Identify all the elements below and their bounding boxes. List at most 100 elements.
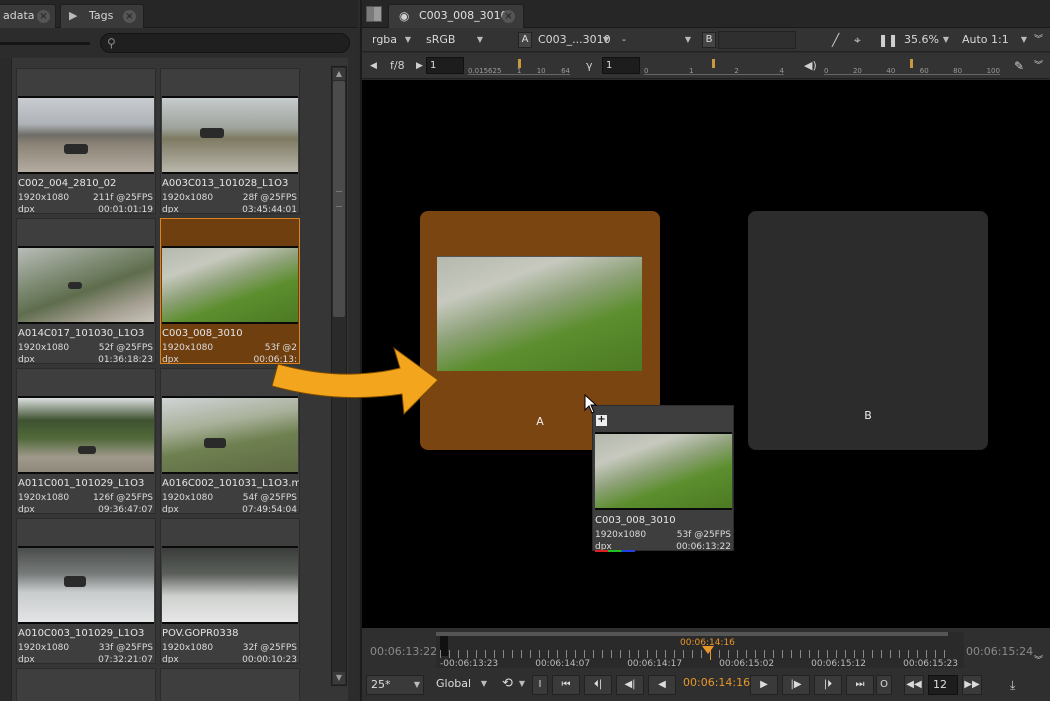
gain-input[interactable]: 1 — [426, 57, 464, 74]
clip-frames: 32f @25FPS — [242, 643, 297, 653]
close-icon[interactable]: × — [37, 10, 50, 23]
thumbnail-size-slider[interactable] — [0, 42, 90, 45]
channels-dropdown[interactable]: rgba ▼ — [368, 31, 414, 49]
wipe-icon[interactable]: ╱ — [832, 31, 839, 49]
viewer-toolbar: rgba ▼ sRGB ▼ A C003_...3010 ▼ - ▼ B ╱ ⌖ ❚❚ … — [362, 28, 1050, 52]
close-icon[interactable]: × — [123, 10, 136, 23]
chevron-down-icon: ▼ — [404, 35, 411, 44]
viewer-tab-label: C003_008_3010 — [419, 9, 508, 22]
sync-mode-dropdown[interactable]: Global ▼ — [430, 675, 490, 695]
chevron-down-icon: ▼ — [413, 680, 420, 689]
current-timecode[interactable]: 00:06:14:16 — [683, 676, 750, 689]
clip-name: C003_008_3010 — [595, 515, 676, 526]
clip-card[interactable]: A010C003_101029_L1O3 1920x1080 33f @25FP… — [16, 518, 156, 664]
timeline-label: -00:06:13:23 — [440, 659, 499, 669]
pause-icon[interactable]: ❚❚ — [878, 31, 898, 49]
scroll-down-icon[interactable]: ▼ — [333, 672, 345, 684]
clip-frames: 33f @25FPS — [98, 643, 153, 653]
zoom-dropdown[interactable]: 35.6% ▼ — [900, 31, 952, 49]
scroll-up-icon[interactable]: ▲ — [333, 68, 345, 80]
clip-card[interactable] — [16, 668, 156, 701]
gamma-input[interactable]: 1 — [602, 57, 640, 74]
clip-card[interactable]: C002_004_2810_02 1920x1080 211f @25FPS d… — [16, 68, 156, 214]
tab-tags[interactable]: ▶ Tags × — [60, 4, 144, 28]
gain-ruler-label: 1 — [516, 67, 522, 75]
panel-splitter[interactable] — [0, 58, 12, 701]
expand-icon[interactable]: ︾ — [1034, 57, 1043, 75]
volume-ruler-label: 80 — [953, 67, 963, 75]
clip-resolution: 1920x1080 — [162, 493, 214, 503]
transport-controls: 25* ▼ Global ▼ ⟲ ▼ I ⏮ ⏴| ◀| ◀ 00:06:14:16 … — [362, 672, 1050, 701]
clip-name: C002_004_2810_02 — [18, 178, 117, 189]
eye-icon: ◉ — [399, 9, 410, 23]
input-a-dropdown[interactable]: C003_...3010 ▼ — [534, 31, 612, 49]
zoom-value: 35.6% — [904, 33, 939, 46]
timeline-start-timecode: 00:06:13:22 — [370, 645, 438, 658]
clip-frames: 54f @25FPS — [242, 493, 297, 503]
clip-name: A003C013_101028_L1O3 — [162, 178, 289, 189]
expand-icon[interactable]: ︾ — [1034, 31, 1043, 49]
clip-card[interactable]: POV.GOPR0338 1920x1080 32f @25FPS dpx 00… — [160, 518, 300, 664]
export-icon[interactable]: ⤓ — [1010, 676, 1015, 694]
scrollbar-thumb[interactable] — [333, 81, 345, 317]
play-reverse-button[interactable]: ◀ — [648, 675, 676, 695]
set-in-point-button[interactable]: I — [532, 675, 548, 695]
gamma-slider[interactable]: 0 1 2 4 — [644, 59, 784, 75]
compare-operation-dropdown[interactable]: - ▼ — [618, 31, 694, 49]
close-icon[interactable]: × — [502, 10, 515, 23]
expand-icon[interactable]: ︾ — [1034, 652, 1043, 670]
gamma-ruler-label: 1 — [689, 67, 694, 75]
timeline-range-bar[interactable] — [436, 632, 948, 636]
clip-card[interactable]: A011C001_101029_L1O3 1920x1080 126f @25F… — [16, 368, 156, 514]
volume-ruler-label: 20 — [852, 67, 862, 75]
panel-layout-icon[interactable] — [366, 6, 382, 22]
clip-resolution: 1920x1080 — [162, 343, 214, 353]
step-back-button[interactable]: ◀| — [616, 675, 644, 695]
previous-frame-button[interactable]: ⏴| — [584, 675, 612, 695]
fps-value: 25* — [371, 678, 391, 691]
viewer-adjustments-bar: ◀ f/8 ▶ 1 0.015625 1 10 64 γ 1 0 1 2 4 ◀… — [362, 53, 1050, 79]
gain-slider[interactable]: 0.015625 1 10 64 — [468, 59, 570, 75]
scale-dropdown[interactable]: Auto 1:1 ▼ — [958, 31, 1030, 49]
clip-thumbnail — [18, 546, 154, 624]
input-b-dropdown[interactable] — [718, 31, 796, 49]
loop-mode-dropdown[interactable]: ⟲ ▼ — [498, 675, 528, 695]
clip-timecode: 07:32:21:07 — [98, 655, 153, 664]
tab-viewer[interactable]: ◉ C003_008_3010 × — [388, 4, 524, 28]
timeline-scrubber[interactable]: 00:06:14:16 -00:06:13:23 00:06:14:07 00:… — [436, 632, 964, 669]
search-input[interactable]: ⚲ — [100, 33, 350, 53]
set-out-point-button[interactable]: O — [876, 675, 892, 695]
next-frame-button[interactable]: |⏵ — [814, 675, 842, 695]
fstop-decrease-icon[interactable]: ◀ — [370, 57, 377, 75]
drag-arrow-icon — [272, 346, 439, 416]
step-size-input[interactable]: 12 — [928, 675, 958, 695]
step-forward-amount-button[interactable]: ▶▶ — [962, 675, 982, 695]
search-icon: ⚲ — [107, 36, 116, 50]
clip-resolution: 1920x1080 — [162, 193, 214, 203]
clip-card[interactable]: A003C013_101028_L1O3 1920x1080 28f @25FP… — [160, 68, 300, 214]
fps-dropdown[interactable]: 25* ▼ — [366, 675, 424, 695]
colorspace-dropdown[interactable]: sRGB ▼ — [422, 31, 486, 49]
clip-frames: 126f @25FPS — [93, 493, 153, 503]
rgb-channel-indicator — [163, 663, 203, 664]
clip-name: A016C002_101031_L1O3.m — [162, 478, 300, 489]
volume-ruler-label: 60 — [919, 67, 929, 75]
timeline-label: 00:06:15:12 — [811, 659, 867, 669]
volume-ruler-label: 0 — [824, 67, 829, 75]
clip-card[interactable] — [160, 668, 300, 701]
fstop-increase-icon[interactable]: ▶ — [416, 57, 423, 75]
go-to-end-button[interactable]: ⏭ — [846, 675, 874, 695]
eyedropper-icon[interactable]: ✎ — [1014, 57, 1024, 75]
go-to-start-button[interactable]: ⏮ — [552, 675, 580, 695]
clip-card[interactable]: A014C017_101030_L1O3 1920x1080 52f @25FP… — [16, 218, 156, 364]
step-forward-button[interactable]: |▶ — [782, 675, 810, 695]
volume-slider[interactable]: 0 20 40 60 80 100 — [824, 59, 1000, 75]
tab-metadata[interactable]: adata × — [0, 4, 56, 28]
step-back-amount-button[interactable]: ◀◀ — [904, 675, 924, 695]
drop-slot-b[interactable]: B — [748, 211, 988, 450]
viewer-canvas[interactable]: A B + C003_008_3010 1920x1080 53f @25FPS… — [272, 80, 1050, 628]
speaker-icon[interactable]: ◀) — [804, 57, 817, 75]
crosshair-icon[interactable]: ⌖ — [854, 31, 861, 49]
play-button[interactable]: ▶ — [750, 675, 778, 695]
rgb-channel-indicator — [19, 513, 59, 514]
